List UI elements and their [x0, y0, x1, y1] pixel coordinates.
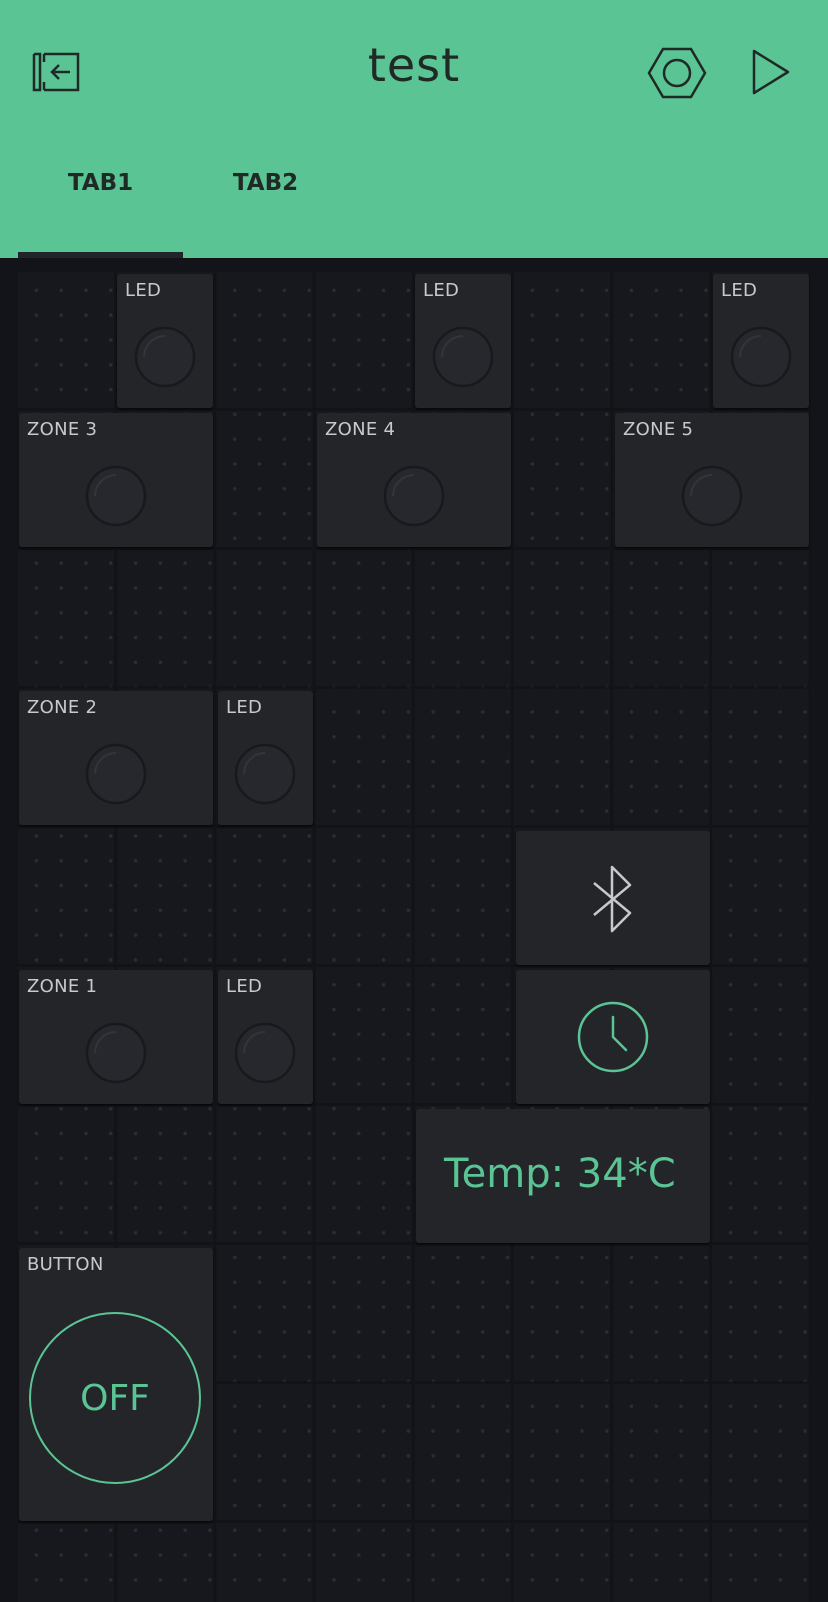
led-indicator-icon — [730, 326, 792, 388]
temperature-display: Temp: 34*C — [416, 1109, 710, 1243]
app-header: test TAB1 TAB2 — [0, 0, 828, 258]
zone2-widget[interactable]: ZONE 2 — [19, 691, 213, 825]
led-widget-zone2[interactable]: LED — [218, 691, 313, 825]
zone4-widget[interactable]: ZONE 4 — [317, 413, 511, 547]
settings-button[interactable] — [646, 44, 708, 102]
led-label: LED — [226, 976, 263, 997]
tab-tab2[interactable]: TAB2 — [183, 170, 348, 258]
led-indicator-icon — [681, 465, 743, 527]
led-label: LED — [125, 280, 162, 301]
led-indicator-icon — [432, 326, 494, 388]
led-label: LED — [226, 697, 263, 718]
play-button[interactable] — [746, 46, 794, 98]
led-widget-1[interactable]: LED — [117, 274, 213, 408]
zone5-label: ZONE 5 — [623, 419, 694, 440]
led-indicator-icon — [234, 743, 296, 805]
settings-hexagon-icon — [647, 47, 707, 99]
bluetooth-widget[interactable] — [516, 831, 710, 965]
led-indicator-icon — [85, 465, 147, 527]
led-indicator-icon — [383, 465, 445, 527]
led-widget-2[interactable]: LED — [415, 274, 511, 408]
led-indicator-icon — [85, 1022, 147, 1084]
play-icon — [752, 49, 790, 95]
tab-tab1-label: TAB1 — [67, 170, 134, 196]
zone1-widget[interactable]: ZONE 1 — [19, 970, 213, 1104]
zone3-label: ZONE 3 — [27, 419, 98, 440]
zone1-label: ZONE 1 — [27, 976, 98, 997]
exit-button[interactable] — [28, 46, 86, 98]
led-label: LED — [721, 280, 758, 301]
led-widget-3[interactable]: LED — [713, 274, 809, 408]
led-indicator-icon — [234, 1022, 296, 1084]
exit-icon — [32, 52, 80, 92]
led-indicator-icon — [134, 326, 196, 388]
button-widget[interactable]: BUTTON OFF — [19, 1248, 213, 1521]
button-label: BUTTON — [27, 1254, 104, 1275]
led-label: LED — [423, 280, 460, 301]
zone2-label: ZONE 2 — [27, 697, 98, 718]
tab-tab1[interactable]: TAB1 — [18, 170, 183, 258]
led-indicator-icon — [85, 743, 147, 805]
project-title: test — [367, 38, 461, 92]
bluetooth-icon — [593, 865, 632, 933]
button-state: OFF — [80, 1377, 150, 1419]
zone4-label: ZONE 4 — [325, 419, 396, 440]
button-toggle[interactable]: OFF — [29, 1312, 201, 1484]
rtc-widget[interactable] — [516, 970, 710, 1104]
zone3-widget[interactable]: ZONE 3 — [19, 413, 213, 547]
zone5-widget[interactable]: ZONE 5 — [615, 413, 809, 547]
tab-tab2-label: TAB2 — [232, 170, 299, 196]
led-widget-zone1[interactable]: LED — [218, 970, 313, 1104]
clock-icon — [577, 1001, 649, 1073]
active-tab-indicator — [18, 252, 183, 258]
temperature-value: Temp: 34*C — [444, 1151, 676, 1197]
